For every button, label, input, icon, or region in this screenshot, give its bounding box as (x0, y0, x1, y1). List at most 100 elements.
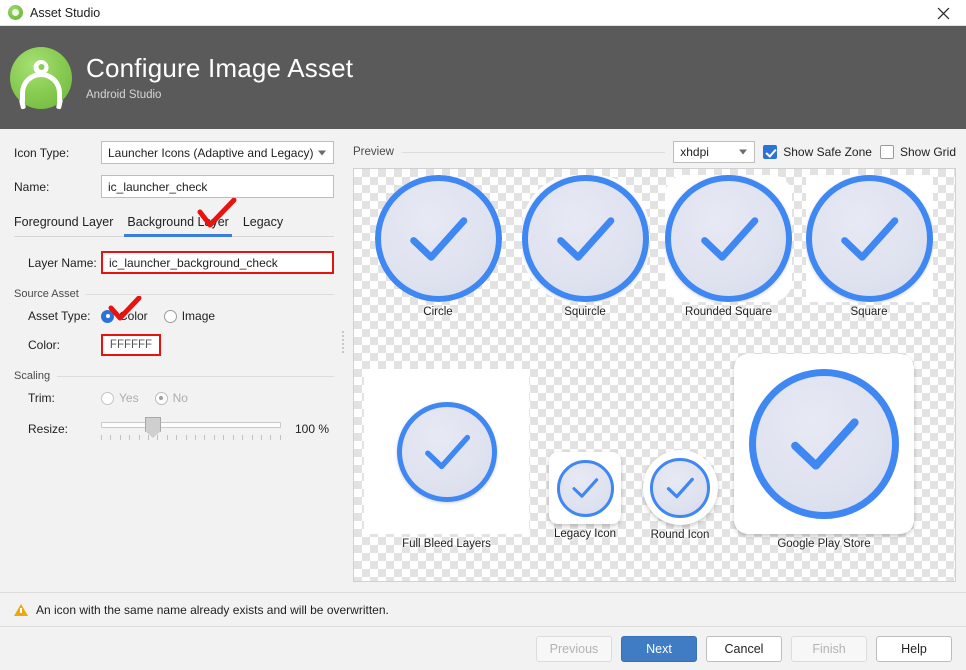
radio-indicator (154, 391, 168, 405)
density-value: xhdpi (680, 145, 709, 159)
radio-indicator (101, 391, 114, 405)
resize-slider[interactable] (101, 416, 281, 442)
tab-foreground-layer[interactable]: Foreground Layer (14, 212, 120, 236)
scaling-label: Scaling (14, 370, 51, 382)
slider-ticks (101, 435, 281, 440)
settings-pane: Icon Type: Launcher Icons (Adaptive and … (0, 129, 348, 592)
layer-name-input[interactable]: ic_launcher_background_check (101, 251, 334, 274)
layer-tabs: Foreground Layer Background Layer Legacy (14, 212, 334, 237)
window-titlebar: Asset Studio (0, 0, 966, 26)
density-select[interactable]: xhdpi (673, 141, 756, 163)
scaling-group-header: Scaling (14, 370, 334, 382)
tile-caption: Round Icon (650, 529, 710, 541)
app-icon-art (521, 175, 649, 302)
app-icon-art (805, 175, 933, 302)
source-asset-label: Source Asset (14, 288, 79, 300)
cancel-button[interactable]: Cancel (706, 635, 782, 662)
icon-type-value: Launcher Icons (Adaptive and Legacy) (108, 145, 314, 160)
divider (401, 151, 666, 153)
layer-name-row: Layer Name: ic_launcher_background_check (14, 251, 334, 274)
preview-tile-round-icon[interactable]: Round Icon (634, 450, 726, 541)
previous-button[interactable]: Previous (536, 635, 612, 662)
checkbox-indicator (763, 145, 778, 159)
checkbox-show-safe-zone[interactable]: Show Safe Zone (763, 145, 872, 159)
warning-message: An icon with the same name already exist… (36, 602, 389, 617)
divider (57, 375, 334, 377)
tile-caption: Squircle (564, 306, 606, 318)
tab-legacy[interactable]: Legacy (236, 212, 290, 236)
trim-row: Trim: Yes No (14, 391, 334, 405)
name-label: Name: (14, 179, 50, 194)
radio-indicator (163, 309, 177, 323)
help-button[interactable]: Help (876, 635, 952, 662)
preview-tile-circle[interactable]: Circle (368, 175, 508, 318)
app-icon-art (749, 369, 899, 519)
preview-label: Preview (353, 146, 394, 158)
radio-asset-type-image[interactable]: Image (163, 309, 215, 323)
tab-background-layer[interactable]: Background Layer (120, 212, 235, 237)
trim-label: Trim: (28, 391, 55, 405)
name-input[interactable]: ic_launcher_check (101, 175, 334, 198)
name-value: ic_launcher_check (108, 179, 208, 194)
tile-caption: Circle (423, 306, 453, 318)
chevron-down-icon (318, 150, 326, 155)
preview-tile-square[interactable]: Square (799, 175, 939, 318)
resize-row: Resize: 100 % (14, 416, 334, 442)
window-title: Asset Studio (30, 5, 101, 20)
icon-type-select[interactable]: Launcher Icons (Adaptive and Legacy) (101, 141, 334, 164)
warning-triangle-icon (14, 603, 28, 616)
preview-canvas: Circle Squircle Rounded Square Square Fu… (353, 168, 956, 582)
close-icon[interactable] (920, 0, 966, 26)
main-content: Icon Type: Launcher Icons (Adaptive and … (0, 129, 966, 592)
radio-asset-type-color[interactable]: Color (101, 309, 148, 323)
finish-button[interactable]: Finish (791, 635, 867, 662)
pane-resize-grip[interactable] (340, 329, 346, 357)
slider-track (101, 422, 281, 428)
preview-tile-squircle[interactable]: Squircle (515, 175, 655, 318)
android-studio-logo (10, 46, 72, 109)
app-icon-art (665, 175, 792, 302)
preview-tile-rounded-square[interactable]: Rounded Square (656, 175, 801, 318)
preview-tile-legacy-icon[interactable]: Legacy Icon (539, 452, 631, 540)
checkbox-show-grid[interactable]: Show Grid (879, 145, 956, 159)
radio-trim-yes[interactable]: Yes (101, 391, 139, 405)
tile-caption: Legacy Icon (553, 528, 616, 540)
next-button[interactable]: Next (621, 635, 697, 662)
checkbox-label: Show Safe Zone (783, 145, 872, 159)
resize-value: 100 % (295, 422, 330, 436)
slider-thumb[interactable] (145, 417, 161, 438)
icon-type-row: Icon Type: Launcher Icons (Adaptive and … (14, 141, 334, 164)
asset-type-row: Asset Type: Color Image (14, 309, 334, 323)
chevron-down-icon (739, 149, 748, 155)
radio-label: Color (119, 309, 148, 323)
color-value: FFFFFF (109, 339, 153, 351)
preview-toolbar: Preview xhdpi Show Safe Zone Show Grid (353, 141, 956, 163)
color-label: Color: (28, 338, 61, 352)
radio-label: Yes (119, 391, 139, 405)
name-row: Name: ic_launcher_check (14, 175, 334, 198)
color-picker-button[interactable]: FFFFFF (101, 334, 161, 356)
radio-indicator (101, 309, 114, 323)
checkbox-indicator (879, 145, 894, 159)
android-studio-icon (8, 5, 23, 20)
app-icon-art (374, 175, 502, 302)
tile-caption: Square (850, 306, 888, 318)
radio-label: No (172, 391, 188, 405)
app-icon-art (556, 459, 614, 517)
color-row: Color: FFFFFF (14, 334, 334, 356)
source-asset-group-header: Source Asset (14, 288, 334, 300)
app-icon-art (396, 401, 497, 502)
resize-label: Resize: (28, 422, 69, 436)
divider (85, 293, 334, 295)
page-title: Configure Image Asset (86, 52, 354, 83)
radio-trim-no[interactable]: No (154, 391, 188, 405)
preview-tile-full-bleed-layers[interactable]: Full Bleed Layers (359, 369, 534, 550)
dialog-button-bar: Previous Next Cancel Finish Help (0, 626, 966, 670)
icon-type-label: Icon Type: (14, 145, 70, 160)
preview-pane: Preview xhdpi Show Safe Zone Show Grid C… (348, 129, 966, 592)
preview-tile-google-play-store[interactable]: Google Play Store (729, 354, 919, 550)
layer-name-value: ic_launcher_background_check (109, 255, 278, 270)
page-subtitle: Android Studio (86, 89, 162, 102)
header-banner: Configure Image Asset Android Studio (0, 26, 966, 129)
app-icon-art (650, 457, 710, 518)
